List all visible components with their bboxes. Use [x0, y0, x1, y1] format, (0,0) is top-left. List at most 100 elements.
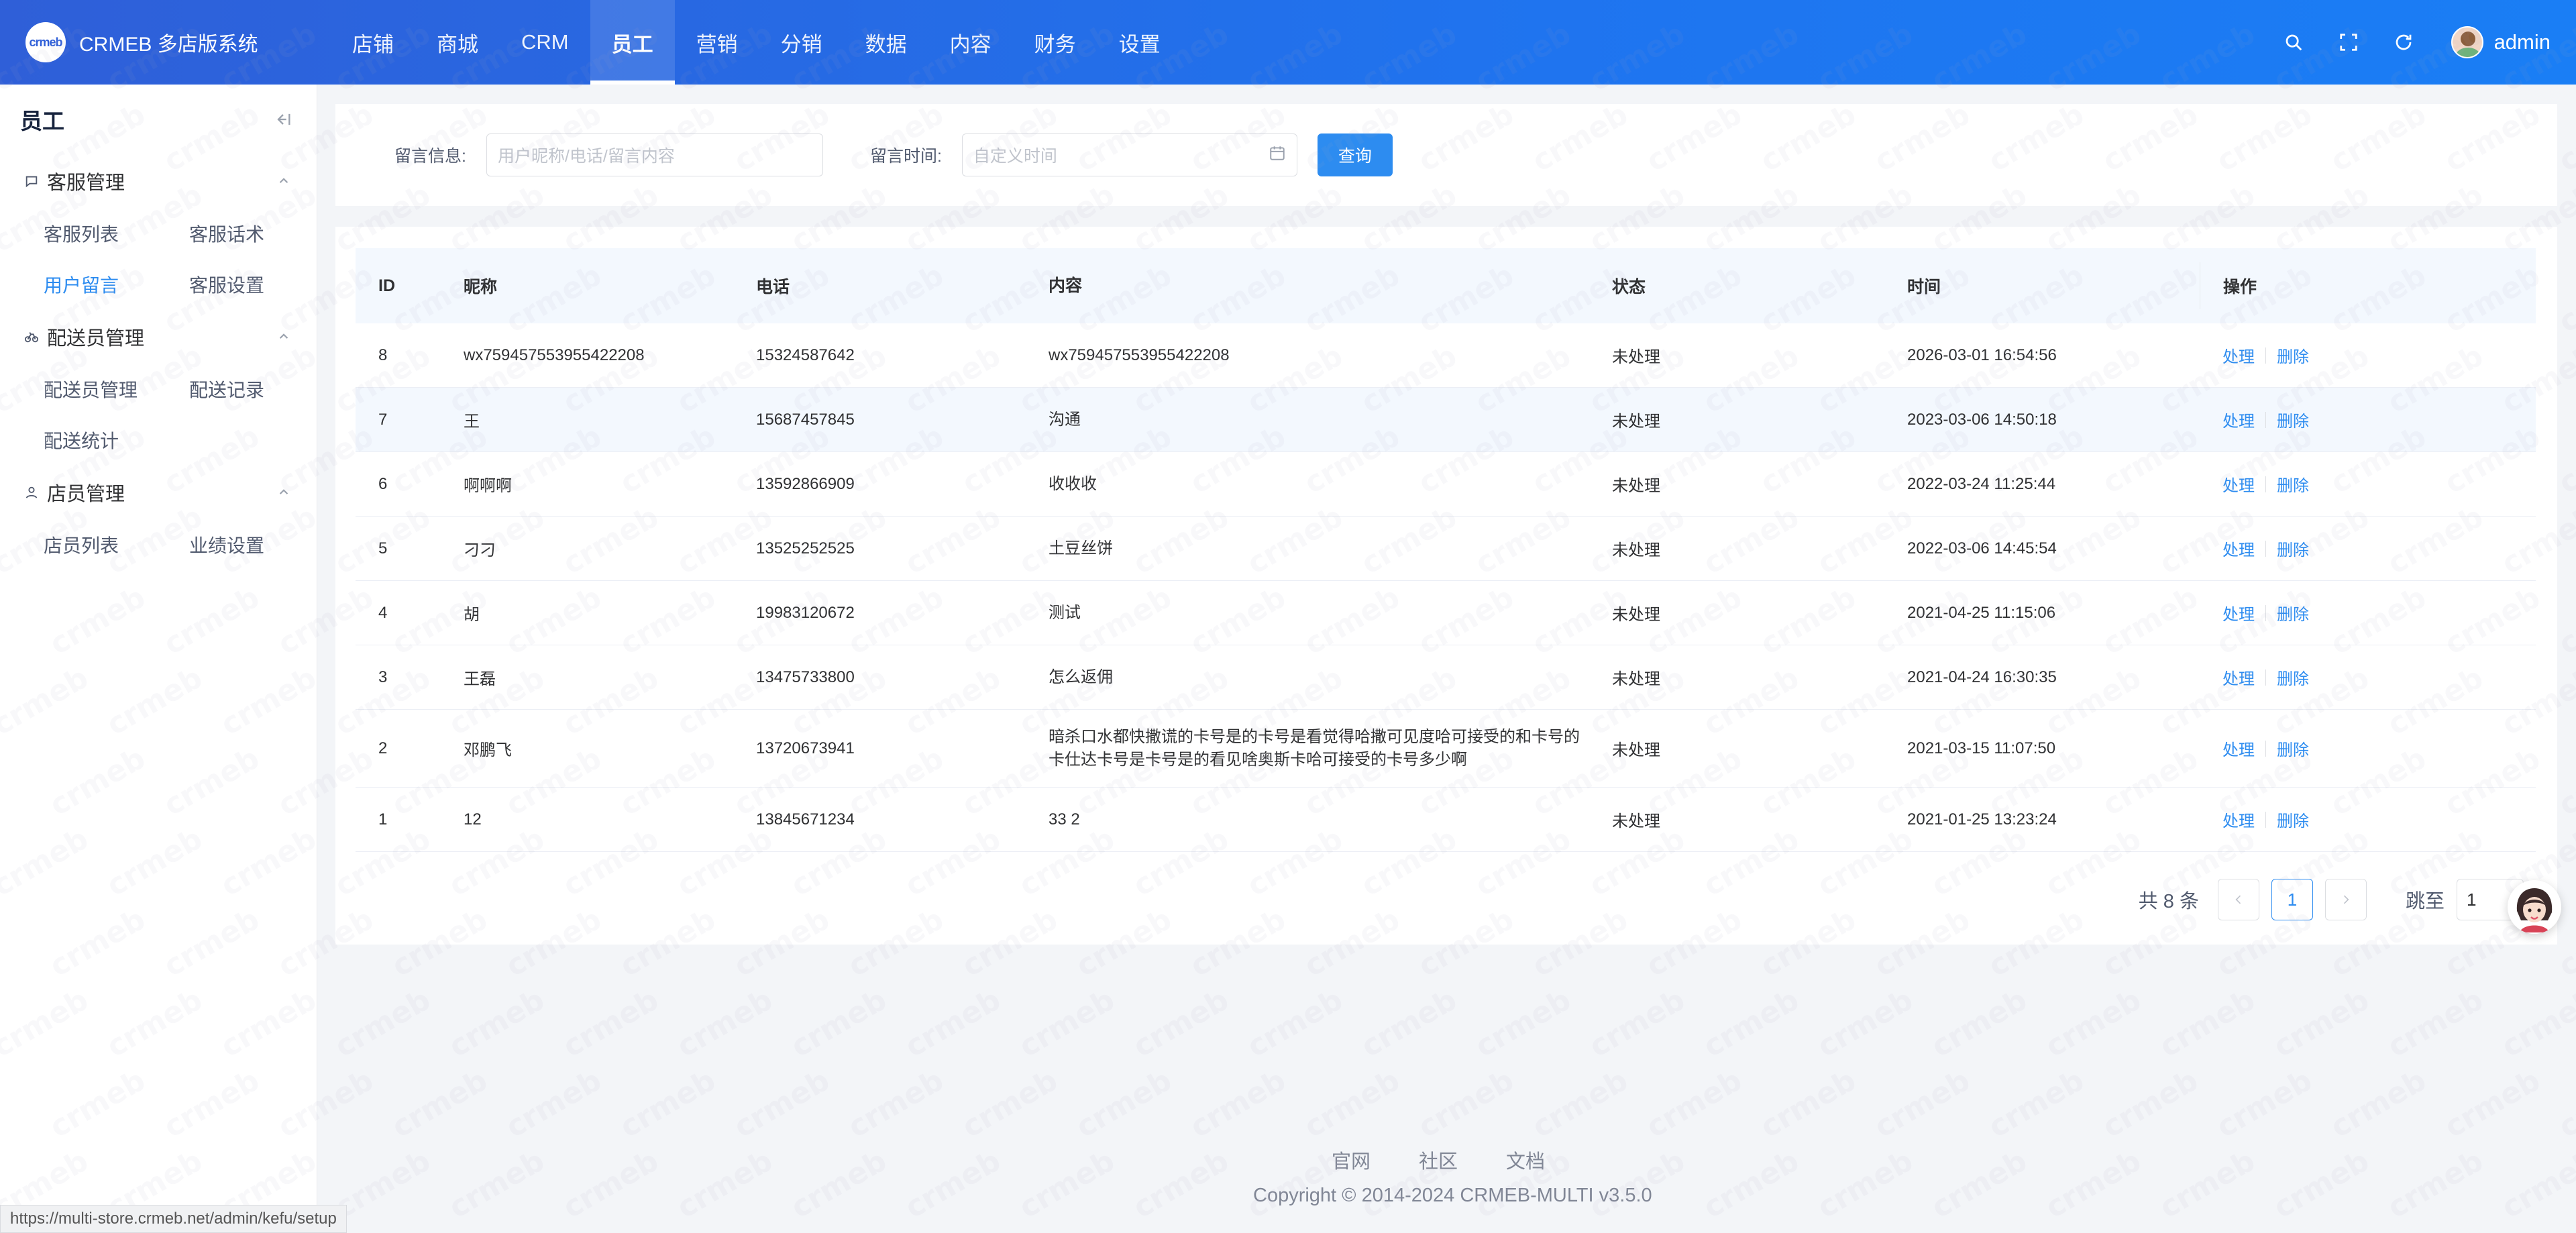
sidebar-menu: 客服管理 客服列表 客服话术 用户留言 客服设置 配送员管理 配送员管理 配送记录 配送统计 店员…: [0, 154, 317, 570]
cell-phone: 13720673941: [756, 739, 855, 757]
cell-time: 2021-04-25 11:15:06: [1907, 603, 2056, 622]
group-clerk-items: 店员列表 业绩设置: [0, 519, 317, 570]
watermark-mark: crmeb: [2438, 1063, 2546, 1145]
sidebar-header: 员工: [0, 85, 317, 154]
cell-content: 土豆丝饼: [1049, 539, 1113, 557]
process-link[interactable]: 处理: [2222, 737, 2255, 760]
sidebar-item[interactable]: 客服列表: [44, 208, 189, 259]
user-avatar[interactable]: [2451, 26, 2483, 58]
search-icon[interactable]: [2266, 15, 2321, 70]
footer-link-official[interactable]: 官网: [1332, 1146, 1371, 1174]
watermark-mark: crmeb: [1355, 982, 1462, 1065]
cell-time: 2022-03-06 14:45:54: [1907, 539, 2057, 557]
watermark-mark: crmeb: [1925, 1143, 2033, 1226]
cell-phone: 13475733800: [756, 667, 855, 686]
process-link[interactable]: 处理: [2222, 472, 2255, 496]
process-link[interactable]: 处理: [2222, 601, 2255, 625]
delete-link[interactable]: 删除: [2277, 537, 2309, 560]
nav-content[interactable]: 内容: [928, 0, 1013, 85]
sidebar-item[interactable]: 业绩设置: [189, 519, 335, 570]
nav-staff[interactable]: 员工: [590, 0, 675, 85]
brand[interactable]: crmeb CRMEB 多店版系统: [25, 22, 331, 62]
watermark-mark: crmeb: [899, 982, 1006, 1065]
watermark-mark: crmeb: [2039, 1143, 2147, 1226]
prev-page-button[interactable]: [2217, 879, 2259, 920]
chevron-up-icon: [275, 172, 292, 190]
time-filter-input[interactable]: 自定义时间: [961, 133, 1297, 176]
sidebar-item[interactable]: 店员列表: [44, 519, 189, 570]
action-divider: [2265, 476, 2266, 492]
action-divider: [2265, 604, 2266, 621]
cell-status: 未处理: [1612, 670, 1660, 688]
process-link[interactable]: 处理: [2222, 537, 2255, 560]
nav-settings[interactable]: 设置: [1097, 0, 1182, 85]
col-phone: 电话: [756, 278, 790, 297]
watermark-mark: crmeb: [785, 1143, 892, 1226]
delete-link[interactable]: 删除: [2277, 408, 2309, 431]
sidebar-item[interactable]: 用户留言: [44, 259, 189, 310]
process-link[interactable]: 处理: [2222, 343, 2255, 367]
watermark-mark: crmeb: [443, 1143, 550, 1226]
table-row: 3 王磊 13475733800 怎么返佣 未处理 2021-04-24 16:30:35…: [356, 645, 2536, 710]
process-link[interactable]: 处理: [2222, 665, 2255, 689]
delete-link[interactable]: 删除: [2277, 343, 2309, 367]
cell-phone: 19983120672: [756, 603, 855, 622]
collapse-sidebar-icon[interactable]: [270, 106, 297, 133]
group-delivery-header[interactable]: 配送员管理: [0, 310, 317, 364]
nav-data[interactable]: 数据: [844, 0, 928, 85]
delete-link[interactable]: 删除: [2277, 808, 2309, 831]
cell-time: 2026-03-01 16:54:56: [1907, 345, 2057, 364]
watermark-mark: crmeb: [386, 1063, 493, 1145]
nav-distribution[interactable]: 分销: [759, 0, 844, 85]
nav-marketing[interactable]: 营销: [675, 0, 759, 85]
delete-link[interactable]: 删除: [2277, 665, 2309, 689]
query-button[interactable]: 查询: [1317, 133, 1393, 176]
cell-id: 7: [378, 410, 388, 429]
group-label: 客服管理: [47, 172, 125, 194]
watermark-mark: crmeb: [1298, 1063, 1405, 1145]
cell-id: 2: [378, 739, 388, 757]
sidebar-item[interactable]: 配送记录: [189, 364, 335, 415]
sidebar-item[interactable]: 客服话术: [189, 208, 335, 259]
watermark-mark: crmeb: [2381, 982, 2489, 1065]
status-bar-url: https://multi-store.crmeb.net/admin/kefu…: [0, 1205, 347, 1233]
sidebar-item[interactable]: 配送员管理: [44, 364, 189, 415]
cell-phone: 15324587642: [756, 345, 855, 364]
calendar-icon: [1269, 144, 1286, 166]
nav-mall[interactable]: 商城: [415, 0, 500, 85]
nav-crm[interactable]: CRM: [500, 0, 590, 85]
refresh-icon[interactable]: [2376, 15, 2431, 70]
process-link[interactable]: 处理: [2222, 808, 2255, 831]
fullscreen-icon[interactable]: [2321, 15, 2376, 70]
group-customer-service-items: 客服列表 客服话术 用户留言 客服设置: [0, 208, 317, 310]
cell-id: 1: [378, 810, 388, 828]
delete-link[interactable]: 删除: [2277, 472, 2309, 496]
watermark-mark: crmeb: [1925, 982, 2033, 1065]
nav-finance[interactable]: 财务: [1013, 0, 1097, 85]
username[interactable]: admin: [2494, 30, 2551, 54]
footer-link-docs[interactable]: 文档: [1506, 1146, 1545, 1174]
watermark-mark: crmeb: [1127, 982, 1234, 1065]
footer-link-community[interactable]: 社区: [1419, 1146, 1458, 1174]
msg-filter-input[interactable]: 用户昵称/电话/留言内容: [486, 133, 823, 176]
action-divider: [2265, 669, 2266, 686]
cell-nickname: 刁刁: [464, 541, 496, 559]
cell-status: 未处理: [1612, 741, 1660, 759]
next-page-button[interactable]: [2324, 879, 2367, 920]
action-divider: [2265, 411, 2266, 428]
chevron-up-icon: [275, 484, 292, 501]
delete-link[interactable]: 删除: [2277, 737, 2309, 760]
group-customer-service-header[interactable]: 客服管理: [0, 154, 317, 208]
sidebar-item[interactable]: 客服设置: [189, 259, 335, 310]
delete-link[interactable]: 删除: [2277, 601, 2309, 625]
page-button-current[interactable]: 1: [2271, 879, 2313, 920]
cell-nickname: 王磊: [464, 670, 496, 688]
process-link[interactable]: 处理: [2222, 408, 2255, 431]
nav-store[interactable]: 店铺: [331, 0, 415, 85]
group-clerk-header[interactable]: 店员管理: [0, 466, 317, 519]
sidebar-item[interactable]: 配送统计: [44, 415, 189, 466]
header-tools: admin: [2266, 15, 2551, 70]
customer-service-avatar[interactable]: [2508, 880, 2561, 934]
message-table-card: ID 昵称 电话 内容 状态 时间 操作 8 wx7594575539554222…: [335, 227, 2557, 945]
table-row: 1 12 13845671234 33 2 未处理 2021-01-25 13:23:24…: [356, 788, 2536, 852]
